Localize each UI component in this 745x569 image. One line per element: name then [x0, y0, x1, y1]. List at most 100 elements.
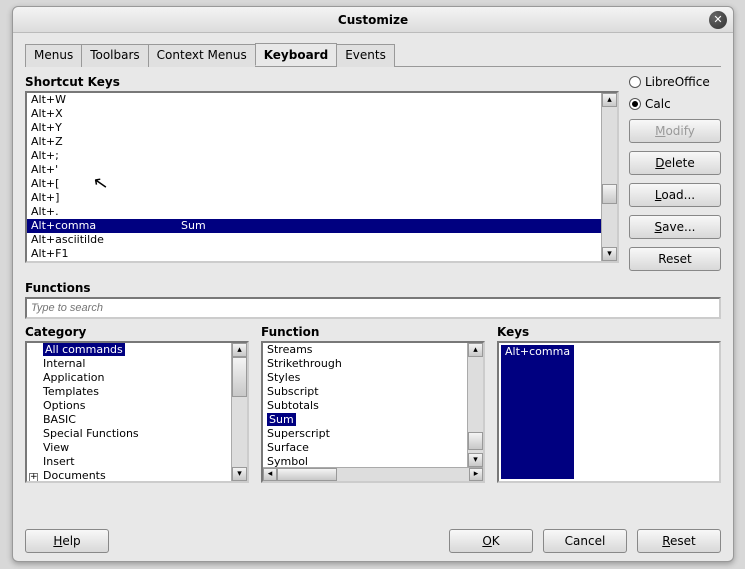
category-label-text: Documents [43, 469, 106, 481]
category-item[interactable]: Templates [27, 385, 231, 399]
function-item[interactable]: Subtotals [263, 399, 467, 413]
shortcut-key: Alt+' [31, 163, 181, 177]
function-label-text: Streams [267, 343, 313, 356]
scroll-thumb[interactable] [602, 184, 617, 204]
tab-bar: Menus Toolbars Context Menus Keyboard Ev… [25, 43, 721, 67]
scroll-left-icon[interactable]: ◂ [263, 468, 277, 481]
function-scrollbar[interactable]: ▴ ▾ [467, 343, 483, 467]
titlebar: Customize ✕ [13, 7, 733, 33]
category-label-text: Insert [43, 455, 75, 468]
shortcut-key: Alt+[ [31, 177, 181, 191]
close-icon[interactable]: ✕ [709, 11, 727, 29]
shortcut-row[interactable]: Alt+Y [27, 121, 601, 135]
shortcut-row[interactable]: Alt+[ [27, 177, 601, 191]
category-label: Category [25, 325, 249, 339]
scroll-thumb[interactable] [277, 468, 337, 481]
scroll-right-icon[interactable]: ▸ [469, 468, 483, 481]
shortcut-row[interactable]: Alt+W [27, 93, 601, 107]
category-item[interactable]: + Documents [27, 469, 231, 481]
category-item[interactable]: Special Functions [27, 427, 231, 441]
shortcut-key: Alt+comma [31, 219, 181, 233]
shortcut-row[interactable]: Alt+; [27, 149, 601, 163]
shortcut-key: Alt+W [31, 93, 181, 107]
shortcut-row[interactable]: Alt+. [27, 205, 601, 219]
shortcut-keys-list[interactable]: Alt+WAlt+XAlt+YAlt+ZAlt+;Alt+'Alt+[Alt+]… [25, 91, 619, 263]
scroll-down-icon[interactable]: ▾ [468, 453, 483, 467]
shortcut-row[interactable]: Alt+X [27, 107, 601, 121]
scope-calc-radio[interactable]: Calc [629, 97, 721, 111]
scroll-thumb[interactable] [232, 357, 247, 397]
scroll-down-icon[interactable]: ▾ [232, 467, 247, 481]
function-label-text: Surface [267, 441, 309, 454]
scope-libreoffice-label: LibreOffice [645, 75, 710, 89]
functions-label: Functions [25, 281, 721, 295]
footer-reset-button[interactable]: Reset [637, 529, 721, 553]
cancel-button[interactable]: Cancel [543, 529, 627, 553]
scroll-thumb[interactable] [468, 432, 483, 450]
function-item[interactable]: Superscript [263, 427, 467, 441]
shortcut-key: Alt+; [31, 149, 181, 163]
function-item[interactable]: Sum [263, 413, 467, 427]
category-item[interactable]: Internal [27, 357, 231, 371]
category-label-text: BASIC [43, 413, 76, 426]
function-item[interactable]: Styles [263, 371, 467, 385]
delete-button[interactable]: Delete [629, 151, 721, 175]
function-item[interactable]: Subscript [263, 385, 467, 399]
tab-events[interactable]: Events [336, 44, 395, 67]
shortcut-command: Sum [181, 219, 206, 233]
shortcut-row[interactable]: Alt+asciitilde [27, 233, 601, 247]
function-list[interactable]: StreamsStrikethroughStylesSubscriptSubto… [261, 341, 485, 483]
function-label-text: Subtotals [267, 399, 319, 412]
shortcut-row[interactable]: Alt+commaSum [27, 219, 601, 233]
category-item[interactable]: Insert [27, 455, 231, 469]
keys-list[interactable]: Alt+comma [497, 341, 721, 483]
shortcut-key: Alt+Y [31, 121, 181, 135]
tab-keyboard[interactable]: Keyboard [255, 43, 338, 66]
category-item[interactable]: All commands [27, 343, 231, 357]
shortcut-row[interactable]: Alt+' [27, 163, 601, 177]
scroll-up-icon[interactable]: ▴ [232, 343, 247, 357]
ok-button[interactable]: OK [449, 529, 533, 553]
expand-icon[interactable]: + [29, 473, 38, 481]
shortcut-row[interactable]: Alt+Z [27, 135, 601, 149]
shortcut-row[interactable]: Alt+F1 [27, 247, 601, 261]
shortcut-key: Alt+] [31, 191, 181, 205]
function-label-text: Symbol [267, 455, 308, 467]
tab-toolbars[interactable]: Toolbars [81, 44, 148, 67]
category-label-text: Templates [43, 385, 99, 398]
scroll-up-icon[interactable]: ▴ [468, 343, 483, 357]
tab-menus[interactable]: Menus [25, 44, 82, 67]
scroll-down-icon[interactable]: ▾ [602, 247, 617, 261]
category-label-text: Application [43, 371, 104, 384]
function-label-text: Subscript [267, 385, 319, 398]
keys-label: Keys [497, 325, 721, 339]
category-item[interactable]: Application [27, 371, 231, 385]
category-item[interactable]: View [27, 441, 231, 455]
shortcut-key: Alt+Z [31, 135, 181, 149]
reset-button[interactable]: Reset [629, 247, 721, 271]
function-item[interactable]: Symbol [263, 455, 467, 467]
radio-icon [629, 98, 641, 110]
category-item[interactable]: Options [27, 399, 231, 413]
function-label-text: Strikethrough [267, 357, 342, 370]
function-item[interactable]: Strikethrough [263, 357, 467, 371]
shortcut-scrollbar[interactable]: ▴ ▾ [601, 93, 617, 261]
category-scrollbar[interactable]: ▴ ▾ [231, 343, 247, 481]
help-button[interactable]: Help [25, 529, 109, 553]
category-label-text: All commands [43, 343, 125, 356]
assigned-key-item[interactable]: Alt+comma [501, 345, 574, 479]
search-input[interactable] [25, 297, 721, 319]
scope-libreoffice-radio[interactable]: LibreOffice [629, 75, 721, 89]
shortcut-row[interactable]: Alt+] [27, 191, 601, 205]
scroll-up-icon[interactable]: ▴ [602, 93, 617, 107]
save-button[interactable]: Save... [629, 215, 721, 239]
category-label-text: View [43, 441, 69, 454]
modify-button[interactable]: Modify [629, 119, 721, 143]
function-item[interactable]: Surface [263, 441, 467, 455]
function-hscrollbar[interactable]: ◂ ▸ [263, 467, 483, 481]
function-item[interactable]: Streams [263, 343, 467, 357]
category-item[interactable]: BASIC [27, 413, 231, 427]
tab-context-menus[interactable]: Context Menus [148, 44, 256, 67]
load-button[interactable]: Load... [629, 183, 721, 207]
category-list[interactable]: All commandsInternalApplicationTemplates… [25, 341, 249, 483]
